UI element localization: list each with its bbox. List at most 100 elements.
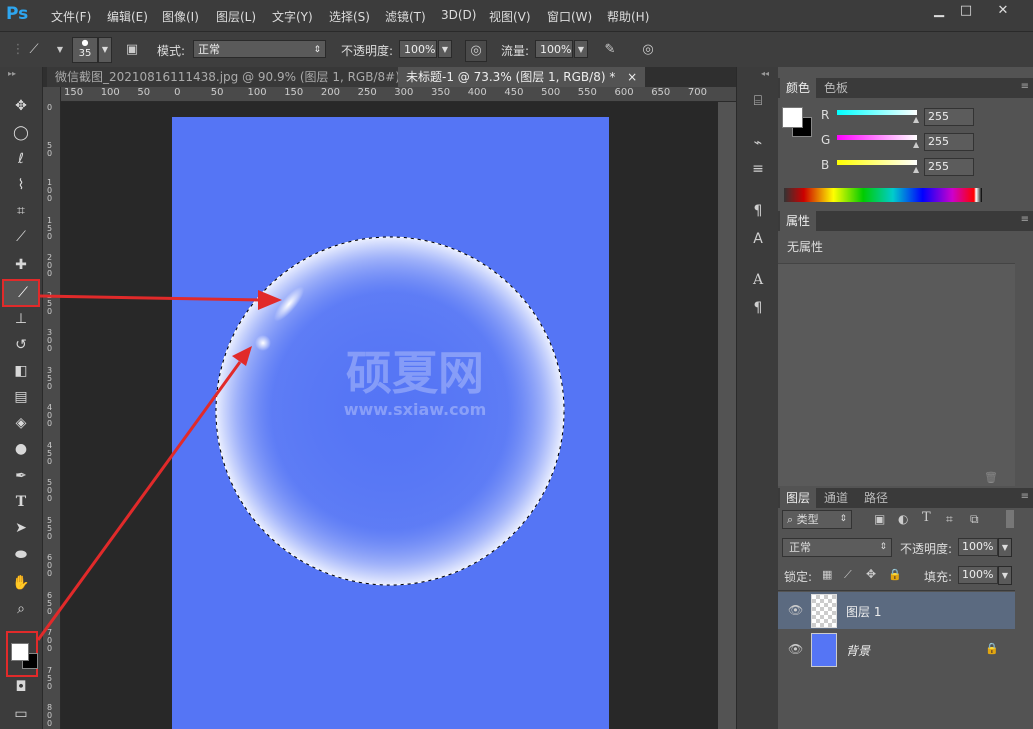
panel-collapse-icon[interactable]: ▸▸ — [8, 69, 16, 78]
trash-icon[interactable]: 🗑 — [984, 471, 998, 484]
mode-select[interactable]: 正常 ⇕ — [193, 40, 326, 58]
lock-all-icon[interactable]: 🔒 — [888, 568, 902, 581]
paragraph-styles-icon[interactable]: ¶ — [748, 201, 768, 221]
character-panel-icon[interactable]: A — [748, 270, 768, 290]
brush-size-picker[interactable]: ● 35 — [72, 37, 98, 63]
gradient-tool-icon[interactable]: ▤ — [9, 386, 33, 408]
layer-row-background[interactable]: 👁 背景 🔒 — [778, 631, 1015, 668]
zoom-tool-icon[interactable]: ⌕ — [9, 598, 33, 620]
layer-row-layer1[interactable]: 👁 图层 1 — [778, 592, 1015, 629]
filter-adjustment-icon[interactable]: ◐ — [898, 512, 908, 526]
blur-tool-icon[interactable]: ◈ — [9, 412, 33, 434]
crop-tool-icon[interactable]: ⌗ — [9, 200, 33, 222]
tab-close-icon[interactable]: × — [627, 70, 637, 84]
slider-thumb-icon[interactable]: ▲ — [913, 115, 919, 124]
blend-mode-select[interactable]: 正常 ⇕ — [782, 538, 892, 557]
menu-view[interactable]: 视图(V) — [489, 8, 531, 25]
menu-help[interactable]: 帮助(H) — [607, 8, 649, 25]
filter-toggle[interactable] — [1006, 510, 1014, 528]
red-value[interactable]: 255 — [924, 108, 974, 126]
minimize-button[interactable]: ▁ — [927, 3, 951, 21]
fill-dropdown[interactable]: ▼ — [998, 566, 1012, 585]
healing-brush-tool-icon[interactable]: ✚ — [9, 254, 33, 276]
pen-tool-icon[interactable]: ✒ — [9, 465, 33, 487]
close-button[interactable]: ✕ — [991, 3, 1015, 21]
menu-edit[interactable]: 编辑(E) — [107, 8, 148, 25]
ellipse-marquee-tool-icon[interactable]: ◯ — [9, 122, 33, 144]
brush-preset-icon[interactable]: ⟋ — [24, 40, 44, 60]
menu-window[interactable]: 窗口(W) — [547, 8, 592, 25]
paragraph-panel-icon[interactable]: ¶ — [748, 298, 768, 318]
menu-3d[interactable]: 3D(D) — [441, 8, 476, 22]
blue-value[interactable]: 255 — [924, 158, 974, 176]
airbrush-icon[interactable]: ✎ — [600, 40, 620, 60]
brush-settings-icon[interactable]: ≡ — [748, 159, 768, 179]
tab-swatches[interactable]: 色板 — [818, 78, 854, 98]
quick-select-tool-icon[interactable]: ⌇ — [9, 174, 33, 196]
eraser-tool-icon[interactable]: ◧ — [9, 360, 33, 382]
eye-icon[interactable]: 👁 — [788, 642, 803, 656]
tab-paths[interactable]: 路径 — [858, 488, 894, 508]
blue-slider[interactable] — [837, 160, 917, 165]
filter-smart-object-icon[interactable]: ⧉ — [970, 512, 979, 527]
green-value[interactable]: 255 — [924, 133, 974, 151]
flow-input[interactable]: 100% — [535, 40, 573, 58]
panel-menu-icon[interactable]: ≡ — [1021, 491, 1029, 502]
maximize-button[interactable]: □ — [954, 3, 978, 21]
opacity-dropdown[interactable]: ▼ — [438, 40, 452, 58]
brush-size-dropdown[interactable]: ▼ — [98, 37, 112, 63]
flow-dropdown[interactable]: ▼ — [574, 40, 588, 58]
character-styles-icon[interactable]: A — [748, 229, 768, 249]
type-tool-icon[interactable]: T — [9, 491, 33, 513]
tab-channels[interactable]: 通道 — [818, 488, 854, 508]
panel-collapse-icon[interactable]: ◂◂ — [761, 69, 769, 78]
eye-icon[interactable]: 👁 — [788, 603, 803, 617]
layer-opacity-input[interactable]: 100% — [958, 538, 998, 556]
color-spectrum[interactable] — [784, 188, 982, 202]
quick-mask-icon[interactable]: ◘ — [9, 676, 33, 698]
path-selection-tool-icon[interactable]: ➤ — [9, 517, 33, 539]
fg-color-chip[interactable] — [782, 107, 803, 128]
tab-color[interactable]: 颜色 — [780, 78, 817, 98]
menu-type[interactable]: 文字(Y) — [272, 8, 313, 25]
filter-type-icon[interactable]: T — [922, 510, 931, 525]
tab-properties[interactable]: 属性 — [780, 211, 817, 231]
panel-menu-icon[interactable]: ≡ — [1021, 81, 1029, 92]
red-slider[interactable] — [837, 110, 917, 115]
brush-tool-button[interactable]: ⟋ — [2, 279, 40, 307]
slider-thumb-icon[interactable]: ▲ — [913, 140, 919, 149]
opacity-input[interactable]: 100% — [399, 40, 437, 58]
document-canvas[interactable]: 硕夏网 www.sxiaw.com — [172, 117, 609, 729]
lock-position-icon[interactable]: ✥ — [866, 567, 876, 581]
menu-filter[interactable]: 滤镜(T) — [385, 8, 426, 25]
history-panel-icon[interactable]: ⌸ — [748, 91, 768, 111]
slider-thumb-icon[interactable]: ▲ — [913, 165, 919, 174]
clone-stamp-tool-icon[interactable]: ⊥ — [9, 308, 33, 330]
hand-tool-icon[interactable]: ✋ — [9, 572, 33, 594]
pressure-size-icon[interactable]: ◎ — [638, 40, 658, 60]
menu-select[interactable]: 选择(S) — [329, 8, 370, 25]
menu-layer[interactable]: 图层(L) — [216, 8, 256, 25]
panel-menu-icon[interactable]: ≡ — [1021, 214, 1029, 225]
eyedropper-tool-icon[interactable]: ⟋ — [9, 226, 33, 248]
dodge-tool-icon[interactable]: ● — [9, 438, 33, 460]
lock-transparency-icon[interactable]: ▦ — [822, 568, 832, 581]
brush-presets-icon[interactable]: ⌁ — [748, 133, 768, 153]
green-slider[interactable] — [837, 135, 917, 140]
move-tool-icon[interactable]: ✥ — [9, 95, 33, 117]
tab-wechat-screenshot[interactable]: 微信截图_20210816111438.jpg @ 90.9% (图层 1, R… — [47, 67, 438, 87]
screen-mode-icon[interactable]: ▭ — [9, 703, 33, 725]
layer-filter-select[interactable]: ⌕ 类型 ⇕ — [782, 510, 852, 529]
filter-pixel-icon[interactable]: ▣ — [874, 512, 885, 526]
lock-pixels-icon[interactable]: ⟋ — [844, 568, 852, 582]
color-swatches[interactable] — [6, 631, 38, 677]
pressure-opacity-icon[interactable]: ◎ — [465, 40, 487, 62]
lasso-tool-icon[interactable]: ℓ — [9, 148, 33, 170]
chevron-down-icon[interactable]: ▼ — [50, 40, 70, 60]
history-brush-tool-icon[interactable]: ↺ — [9, 334, 33, 356]
ellipse-shape-tool-icon[interactable]: ⬬ — [9, 544, 33, 566]
filter-shape-icon[interactable]: ⌗ — [946, 512, 953, 527]
brush-panel-icon[interactable]: ▣ — [122, 40, 142, 60]
menu-file[interactable]: 文件(F) — [51, 8, 91, 25]
menu-image[interactable]: 图像(I) — [162, 8, 199, 25]
